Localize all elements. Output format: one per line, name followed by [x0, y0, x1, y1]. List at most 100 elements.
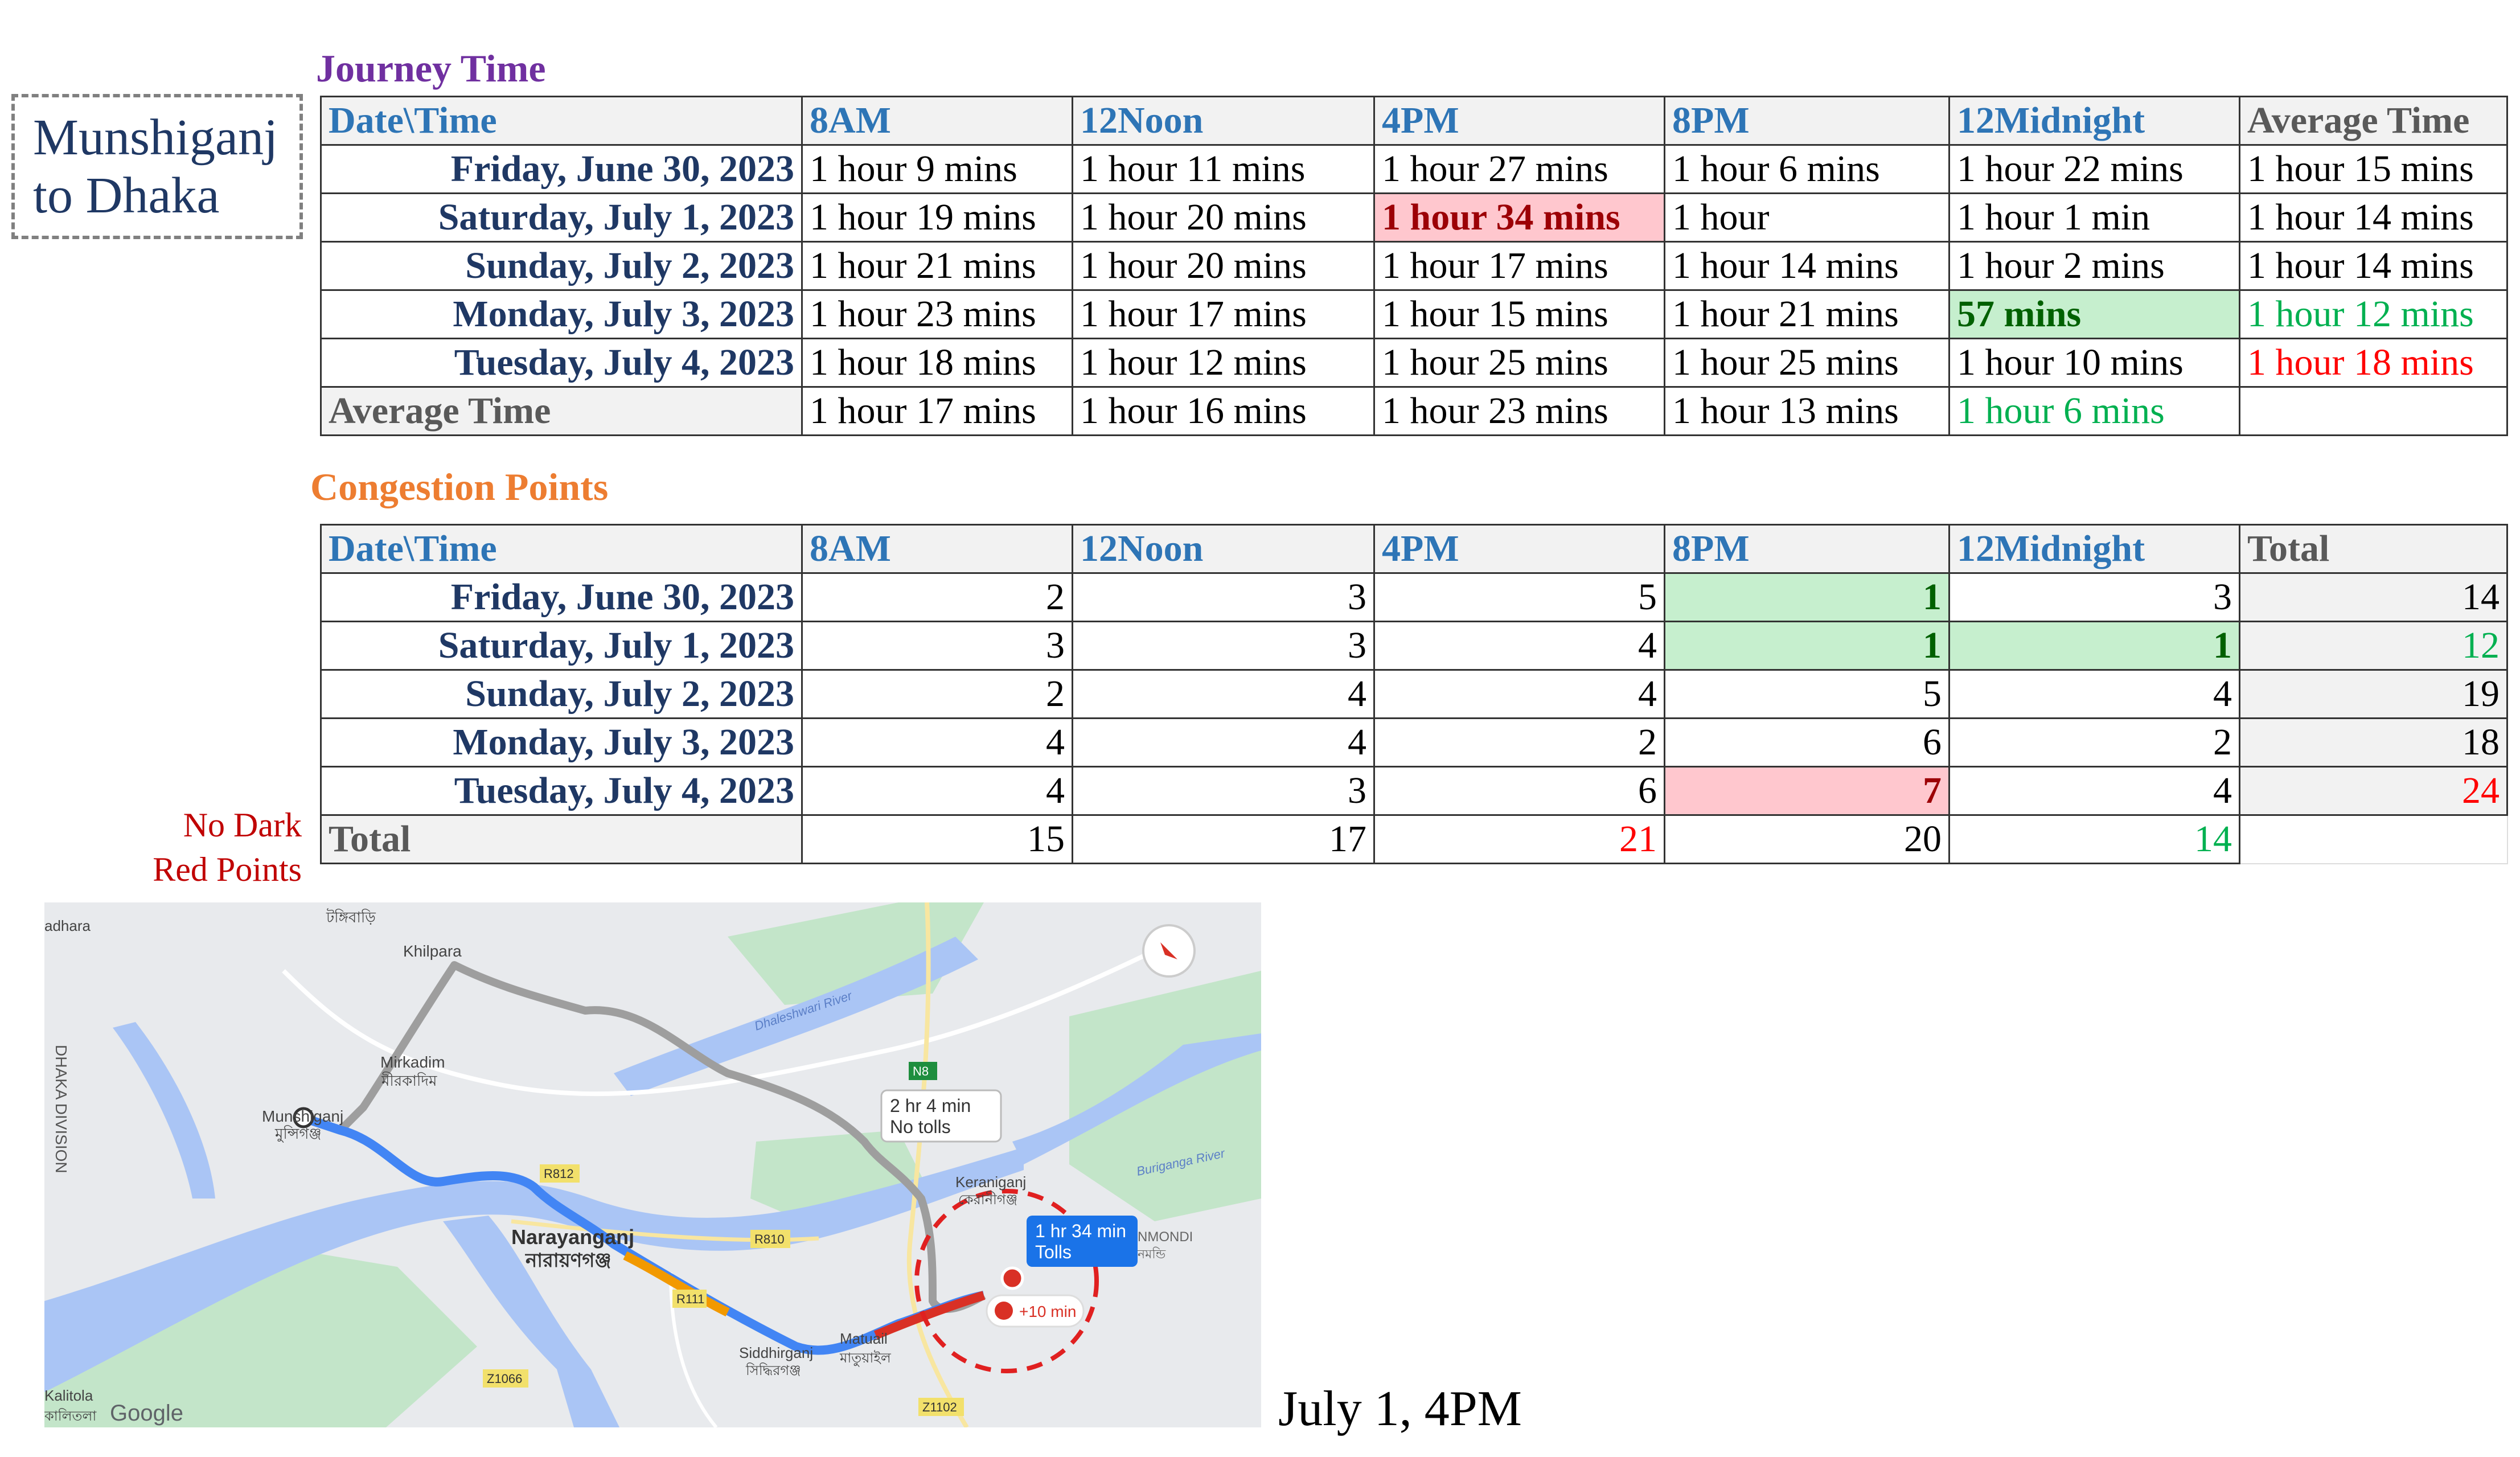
- table-row: Saturday, July 1, 2023 3 3 4 1 1 12: [320, 621, 2508, 671]
- place-label: নমন্ডি: [1137, 1247, 1166, 1261]
- delay-icon: [995, 1302, 1013, 1320]
- place-label: কালিতলা: [44, 1408, 97, 1424]
- place-label: কেরানীগঞ্জ: [958, 1191, 1017, 1208]
- table-cell: 1 hour 6 mins: [1664, 144, 1950, 194]
- table-cell: 1 hour 1 min: [1948, 192, 2240, 243]
- congestion-points-table: Date\Time 8AM 12Noon 4PM 8PM 12Midnight …: [320, 524, 2508, 864]
- column-header: 8PM: [1664, 96, 1950, 146]
- route-label-line-2: to Dhaka: [33, 167, 220, 224]
- table-cell: 1 hour 20 mins: [1072, 192, 1375, 243]
- route-label-box: Munshiganj to Dhaka: [11, 94, 303, 239]
- footer-cell-min: 1 hour 6 mins: [1948, 386, 2240, 436]
- road-label: R111: [676, 1292, 704, 1306]
- journey-time-title: Journey Time: [316, 47, 546, 90]
- row-total: 19: [2239, 669, 2508, 719]
- column-header: 12Noon: [1072, 96, 1375, 146]
- delay-text: +10 min: [1019, 1303, 1076, 1320]
- table-cell: 1 hour 25 mins: [1664, 338, 1950, 388]
- table-cell: 1 hour 2 mins: [1948, 241, 2240, 291]
- table-cell: 1 hour 10 mins: [1948, 338, 2240, 388]
- note-line-1: No Dark: [183, 806, 302, 844]
- note-line-2: Red Points: [153, 851, 302, 888]
- table-cell: 1 hour 14 mins: [1664, 241, 1950, 291]
- place-label: মুন্সিগঞ্জ: [274, 1125, 322, 1143]
- footer-cell: 1 hour 17 mins: [801, 386, 1073, 436]
- table-row: Sunday, July 2, 2023 2 4 4 5 4 19: [320, 669, 2508, 719]
- table-row: Sunday, July 2, 2023 1 hour 21 mins 1 ho…: [320, 241, 2508, 291]
- row-date: Friday, June 30, 2023: [320, 144, 803, 194]
- footer-cell: 1 hour 13 mins: [1664, 386, 1950, 436]
- footer-label: Average Time: [320, 386, 803, 436]
- table-cell: 4: [801, 766, 1073, 816]
- table-cell: 1 hour 21 mins: [1664, 289, 1950, 339]
- division-label: DHAKA DIVISION: [52, 1045, 70, 1173]
- table-cell: 4: [1948, 669, 2240, 719]
- row-date: Sunday, July 2, 2023: [320, 241, 803, 291]
- table-cell: 2: [1373, 717, 1665, 768]
- row-total-min: 12: [2239, 621, 2508, 671]
- row-date: Tuesday, July 4, 2023: [320, 338, 803, 388]
- row-date: Monday, July 3, 2023: [320, 717, 803, 768]
- row-date: Monday, July 3, 2023: [320, 289, 803, 339]
- column-header: Total: [2239, 524, 2508, 574]
- table-cell: 1 hour 19 mins: [801, 192, 1073, 243]
- journey-time-table: Date\Time 8AM 12Noon 4PM 8PM 12Midnight …: [320, 96, 2508, 436]
- table-cell: 1 hour 25 mins: [1373, 338, 1665, 388]
- alt-route-time: 2 hr 4 min: [890, 1095, 971, 1116]
- column-header: 12Midnight: [1948, 96, 2240, 146]
- table-cell: 4: [1373, 621, 1665, 671]
- footer-cell: 1 hour 16 mins: [1072, 386, 1375, 436]
- table-row: Monday, July 3, 2023 1 hour 23 mins 1 ho…: [320, 289, 2508, 339]
- row-average: 1 hour 15 mins: [2239, 144, 2508, 194]
- row-total: 18: [2239, 717, 2508, 768]
- footer-empty-cell: [2239, 386, 2508, 436]
- column-header: 4PM: [1373, 524, 1665, 574]
- footer-label: Total: [320, 814, 803, 864]
- table-row: Tuesday, July 4, 2023 1 hour 18 mins 1 h…: [320, 338, 2508, 388]
- column-header: 4PM: [1373, 96, 1665, 146]
- place-label: টঙ্গিবাড়ি: [326, 908, 376, 926]
- row-date: Saturday, July 1, 2023: [320, 621, 803, 671]
- footer-empty-cell: [2239, 814, 2508, 864]
- min-count-cell: 1: [1948, 621, 2240, 671]
- table-row: Friday, June 30, 2023 2 3 5 1 3 14: [320, 572, 2508, 622]
- place-label: মাতুয়াইল: [839, 1350, 892, 1366]
- table-cell: 1 hour 15 mins: [1373, 289, 1665, 339]
- route-map[interactable]: 2 hr 4 min No tolls 1 hr 34 min Tolls +1…: [44, 902, 1261, 1427]
- table-header-row: Date\Time 8AM 12Noon 4PM 8PM 12Midnight …: [320, 96, 2508, 146]
- row-total-max: 24: [2239, 766, 2508, 816]
- row-average: 1 hour 14 mins: [2239, 241, 2508, 291]
- row-date: Saturday, July 1, 2023: [320, 192, 803, 243]
- row-average-max: 1 hour 18 mins: [2239, 338, 2508, 388]
- table-row: Friday, June 30, 2023 1 hour 9 mins 1 ho…: [320, 144, 2508, 194]
- table-cell: 4: [1373, 669, 1665, 719]
- table-cell: 2: [801, 669, 1073, 719]
- column-header: Average Time: [2239, 96, 2508, 146]
- table-row: Saturday, July 1, 2023 1 hour 19 mins 1 …: [320, 192, 2508, 243]
- table-cell: 3: [1072, 621, 1375, 671]
- row-average-min: 1 hour 12 mins: [2239, 289, 2508, 339]
- table-cell: 1 hour 27 mins: [1373, 144, 1665, 194]
- table-cell: 1 hour 12 mins: [1072, 338, 1375, 388]
- table-cell: 2: [1948, 717, 2240, 768]
- road-label: R810: [754, 1232, 785, 1246]
- column-header: 8AM: [801, 524, 1073, 574]
- google-logo: Google: [110, 1401, 183, 1426]
- place-label: adhara: [44, 917, 91, 934]
- table-cell: 1 hour 20 mins: [1072, 241, 1375, 291]
- table-cell: 4: [801, 717, 1073, 768]
- table-cell: 4: [1072, 669, 1375, 719]
- congestion-points-title: Congestion Points: [310, 465, 609, 508]
- place-label: Narayanganj: [511, 1225, 634, 1249]
- destination-marker[interactable]: [1000, 1266, 1024, 1290]
- table-footer-row: Total 15 17 21 20 14: [320, 814, 2508, 864]
- map-caption: July 1, 4PM: [1278, 1381, 1522, 1437]
- map-canvas: 2 hr 4 min No tolls 1 hr 34 min Tolls +1…: [44, 902, 1261, 1427]
- table-cell: 3: [1948, 572, 2240, 622]
- table-cell: 1 hour 11 mins: [1072, 144, 1375, 194]
- table-cell: 1 hour 22 mins: [1948, 144, 2240, 194]
- place-label: মীরকাদিম: [381, 1072, 437, 1089]
- route-label-line-1: Munshiganj: [33, 109, 278, 166]
- min-time-cell: 57 mins: [1948, 289, 2240, 339]
- column-header: 12Midnight: [1948, 524, 2240, 574]
